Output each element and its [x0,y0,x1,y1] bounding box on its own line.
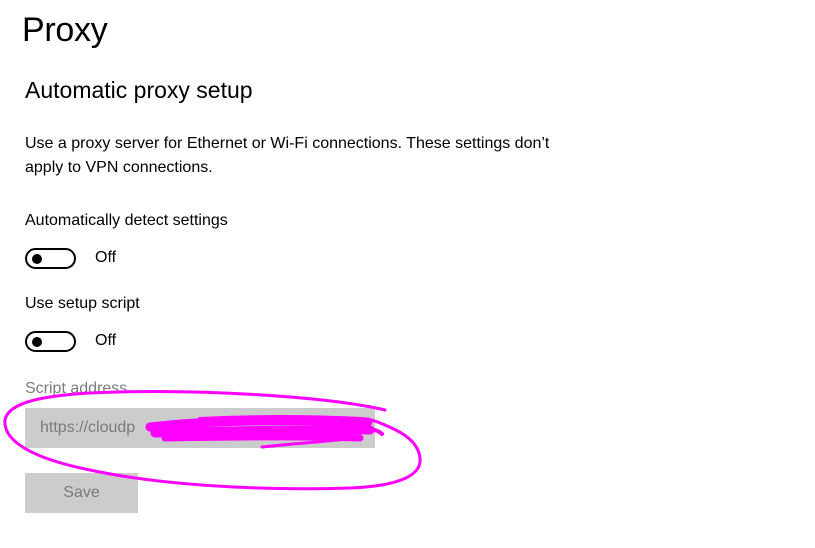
section-description: Use a proxy server for Ethernet or Wi-Fi… [25,135,550,176]
toggle-knob [32,253,42,264]
auto-detect-state: Off [95,249,117,266]
auto-detect-toggle-row: Off [25,245,116,271]
script-address-input[interactable]: https://cloudp [25,408,375,448]
setup-script-toggle[interactable] [25,330,76,352]
save-button[interactable]: Save [25,473,138,513]
setup-script-state: Off [95,332,117,349]
section-heading-automatic-proxy-setup: Automatic proxy setup [25,77,253,103]
toggle-knob [32,336,42,347]
setup-script-toggle-row: Off [25,328,116,354]
auto-detect-label: Automatically detect settings [25,212,228,229]
setup-script-label: Use setup script [25,295,140,312]
auto-detect-toggle[interactable] [25,247,76,269]
page-title: Proxy [22,11,108,49]
script-address-label: Script address [25,380,128,397]
